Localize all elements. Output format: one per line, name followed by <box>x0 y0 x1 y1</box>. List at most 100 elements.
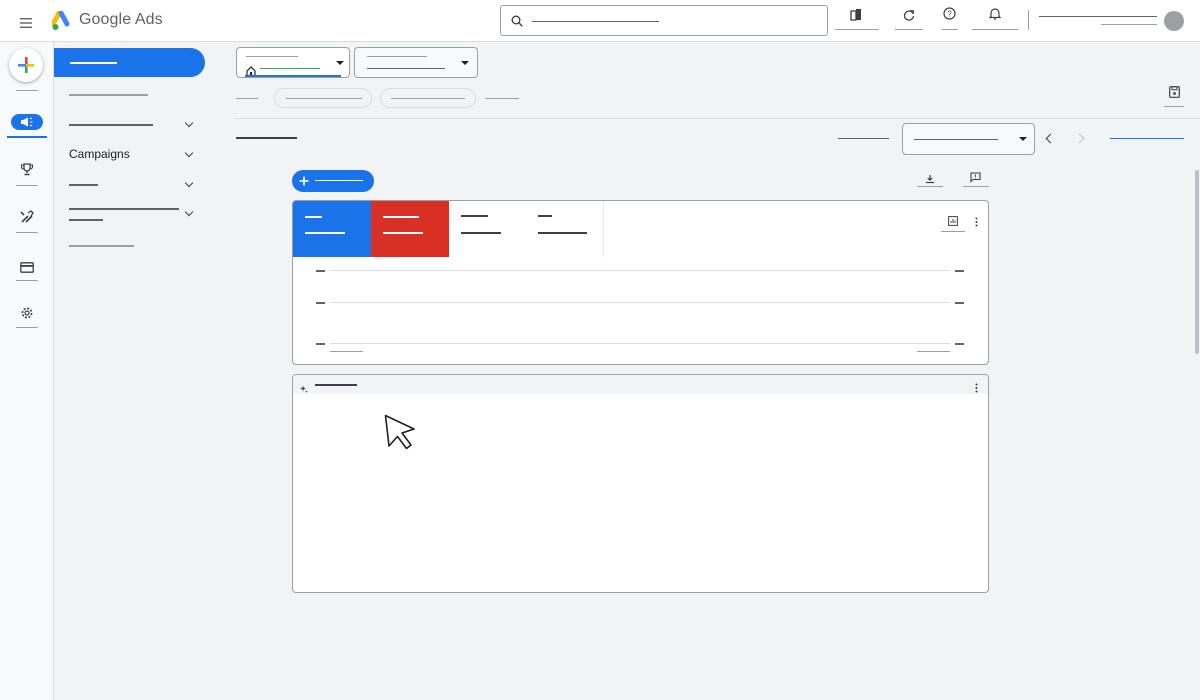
chart-icon-label <box>941 231 965 232</box>
nav-item-insights[interactable] <box>69 124 153 126</box>
metric-tile-2-label <box>383 216 419 218</box>
save-label <box>1164 106 1184 107</box>
gridline-top <box>330 270 950 271</box>
notifications-label <box>972 29 1018 30</box>
workspace-filter-dropdown[interactable] <box>236 47 350 78</box>
page-scrollbar[interactable] <box>1195 170 1199 354</box>
campaign-filter-dropdown[interactable] <box>354 47 478 78</box>
save-icon[interactable] <box>1169 85 1180 103</box>
filter-chip-2[interactable] <box>380 88 476 108</box>
top-bar: Google Ads ? <box>0 0 1200 42</box>
gear-icon[interactable] <box>20 306 34 325</box>
tools-icon[interactable] <box>850 8 864 26</box>
x-axis-label-start <box>330 351 363 352</box>
chevron-down-icon[interactable] <box>184 118 194 128</box>
date-range-dropdown[interactable] <box>902 123 1035 155</box>
admin-label <box>16 327 38 328</box>
nav-item-audiences-line2 <box>69 219 103 221</box>
metric-tile-1-value <box>305 232 345 234</box>
metric-tile-4-value <box>538 232 587 234</box>
more-vert-icon[interactable] <box>975 214 978 232</box>
mouse-cursor-icon <box>384 414 418 455</box>
workspace-filter-label <box>246 56 298 57</box>
refresh-label <box>895 29 923 30</box>
tools-rail-label <box>16 232 38 233</box>
nav-item-overview-label <box>70 62 117 64</box>
add-filter-link[interactable] <box>485 98 519 99</box>
nav-item-recommendations[interactable] <box>69 94 148 96</box>
metric-tile-1[interactable] <box>293 201 371 257</box>
chevron-right-icon[interactable] <box>1074 133 1085 144</box>
create-button[interactable] <box>9 48 43 82</box>
account-id <box>1101 24 1157 25</box>
nav-item-change-history[interactable] <box>69 245 134 247</box>
y-axis-label-mid <box>316 302 325 304</box>
tools-label <box>835 29 879 30</box>
left-rail <box>0 42 54 700</box>
home-icon <box>246 63 256 81</box>
account-name[interactable] <box>1039 16 1157 17</box>
metric-tile-4-label <box>538 215 552 217</box>
insights-panel-title <box>315 384 357 386</box>
y-axis-label-top <box>316 270 325 272</box>
metric-tile-4[interactable] <box>526 201 604 257</box>
chevron-left-icon[interactable] <box>1045 133 1056 144</box>
filter-chip-2-label <box>391 98 465 99</box>
filter-chip-1-label <box>286 98 362 99</box>
metric-tile-2-value <box>383 232 423 234</box>
y-axis-label-bottom <box>316 343 325 345</box>
menu-icon[interactable] <box>20 15 32 28</box>
workspace-filter-underline <box>245 75 341 77</box>
trophy-icon[interactable] <box>20 163 34 181</box>
search-input[interactable] <box>500 5 828 36</box>
insights-panel <box>292 374 989 593</box>
chevron-down-icon[interactable] <box>184 178 194 188</box>
feedback-label <box>963 186 989 187</box>
plus-icon <box>18 57 34 73</box>
filter-label <box>236 98 258 99</box>
caret-down-icon <box>336 61 344 65</box>
date-range-value <box>914 139 998 140</box>
filter-chip-1[interactable] <box>274 88 372 108</box>
x-axis-label-end <box>917 351 950 352</box>
search-icon <box>511 14 523 32</box>
wrench-icon[interactable] <box>20 210 34 229</box>
campaign-filter-label <box>367 56 427 57</box>
download-label <box>917 186 943 187</box>
avatar[interactable] <box>1164 11 1184 31</box>
caret-down-icon <box>461 61 469 65</box>
metric-tile-3-value <box>461 232 501 234</box>
new-campaign-label <box>315 180 363 181</box>
metric-tile-2[interactable] <box>371 201 449 257</box>
refresh-icon[interactable] <box>903 8 915 26</box>
chart-icon[interactable] <box>948 213 958 231</box>
chevron-down-icon[interactable] <box>184 148 194 158</box>
card-icon[interactable] <box>20 260 34 278</box>
google-ads-logo[interactable] <box>50 10 74 31</box>
metric-tile-3[interactable] <box>449 201 527 257</box>
chevron-down-icon[interactable] <box>184 207 194 217</box>
app-title: Google Ads <box>79 11 163 28</box>
metric-tile-1-label <box>305 216 322 218</box>
more-vert-icon[interactable] <box>975 380 978 398</box>
metric-tile-3-label <box>461 215 488 217</box>
compare-link[interactable] <box>1110 138 1184 139</box>
billing-label <box>16 280 38 281</box>
nav-item-overview[interactable] <box>54 48 205 77</box>
nav-item-assets[interactable] <box>69 184 98 186</box>
goals-label <box>16 185 38 186</box>
insights-panel-header <box>293 375 988 394</box>
help-icon[interactable]: ? <box>943 7 956 25</box>
gridline-bottom <box>330 343 950 344</box>
create-label <box>16 90 38 91</box>
rail-item-campaigns[interactable] <box>11 114 43 130</box>
caret-down-icon <box>1019 137 1027 141</box>
nav-item-audiences[interactable] <box>69 208 179 210</box>
performance-chart-card <box>292 200 989 365</box>
nav-item-campaigns[interactable]: Campaigns <box>69 147 130 161</box>
bell-icon[interactable] <box>988 7 1002 25</box>
new-campaign-button[interactable] <box>292 170 374 192</box>
filter-divider <box>235 118 1200 119</box>
rail-active-indicator <box>7 136 47 138</box>
sparkle-icon <box>300 380 308 398</box>
